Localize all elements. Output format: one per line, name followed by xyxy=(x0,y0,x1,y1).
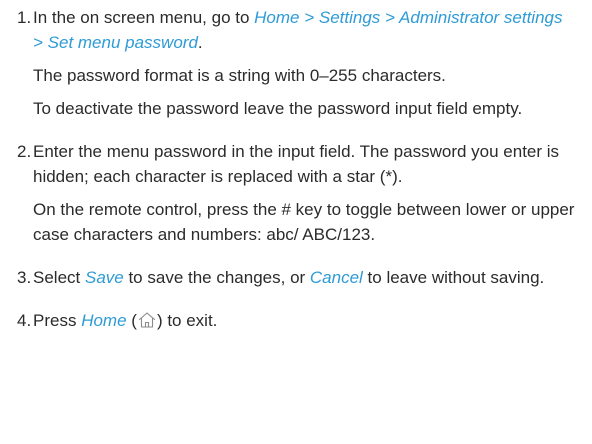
home-icon xyxy=(137,311,157,329)
step-number: 1. xyxy=(17,8,32,27)
step-paragraph: Press Home ( ) to exit. xyxy=(33,308,576,333)
step-text: In the on screen menu, go to xyxy=(33,8,255,27)
step-text: ( xyxy=(126,311,137,330)
step-paragraph: Enter the menu password in the input fie… xyxy=(33,142,560,186)
home-link[interactable]: Home xyxy=(81,311,126,330)
step-body: Select Save to save the changes, or Canc… xyxy=(33,265,576,290)
step-text: ) to exit. xyxy=(156,311,218,330)
step-text: to save the changes, or xyxy=(123,268,310,287)
save-link[interactable]: Save xyxy=(85,268,124,287)
step-number: 3. xyxy=(17,268,32,287)
step-paragraph: In the on screen menu, go to Home > Sett… xyxy=(33,5,576,55)
step-paragraph: On the remote control, press the # key t… xyxy=(33,200,575,244)
step-text: . xyxy=(197,33,203,52)
step-3: 3. Select Save to save the changes, or C… xyxy=(17,265,576,290)
step-text: Press xyxy=(33,311,82,330)
step-text: to leave without saving. xyxy=(362,268,545,287)
step-paragraph: The password format is a string with 0–2… xyxy=(33,66,446,85)
step-2: 2. Enter the menu password in the input … xyxy=(17,139,576,247)
instructions-document: 1. In the on screen menu, go to Home > S… xyxy=(0,0,592,444)
step-text: Select xyxy=(33,268,85,287)
step-body: In the on screen menu, go to Home > Sett… xyxy=(33,5,576,121)
cancel-link[interactable]: Cancel xyxy=(310,268,363,287)
step-number: 4. xyxy=(17,311,32,330)
step-paragraph: Select Save to save the changes, or Canc… xyxy=(33,265,576,290)
step-paragraph: To deactivate the password leave the pas… xyxy=(33,99,523,118)
step-4: 4. Press Home ( ) to exit. xyxy=(17,308,576,333)
step-list: 1. In the on screen menu, go to Home > S… xyxy=(17,5,576,333)
step-body: Press Home ( ) to exit. xyxy=(33,308,576,333)
step-body: Enter the menu password in the input fie… xyxy=(33,139,576,247)
step-1: 1. In the on screen menu, go to Home > S… xyxy=(17,5,576,121)
step-number: 2. xyxy=(17,142,32,161)
